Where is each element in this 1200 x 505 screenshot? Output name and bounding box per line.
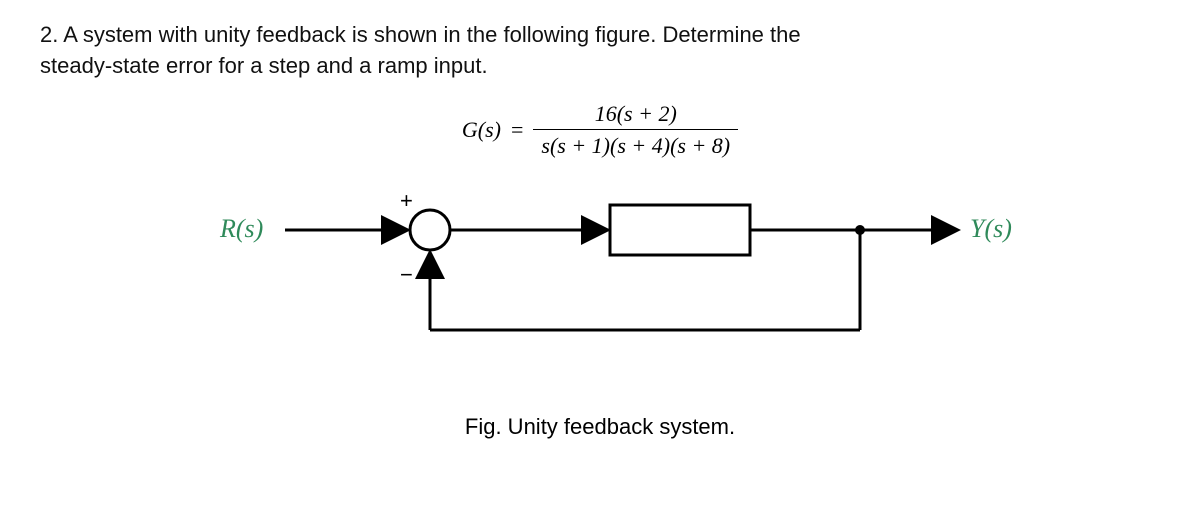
figure-caption: Fig. Unity feedback system. (40, 414, 1160, 440)
eq-fraction-bar (533, 129, 738, 130)
summing-junction (410, 210, 450, 250)
problem-number: 2. (40, 22, 63, 47)
eq-equals: = (511, 117, 523, 143)
eq-fraction: 16(s + 2) s(s + 1)(s + 4)(s + 8) (533, 100, 738, 160)
eq-lhs: G(s) (462, 117, 501, 143)
eq-numerator: 16(s + 2) (587, 100, 685, 128)
gs-block (610, 205, 750, 255)
block-diagram: R(s) + − G(s) Y(s) (100, 180, 1100, 410)
diagram-svg (100, 180, 1100, 380)
problem-line1: A system with unity feedback is shown in… (63, 22, 800, 47)
eq-denominator: s(s + 1)(s + 4)(s + 8) (533, 132, 738, 160)
problem-text: 2. A system with unity feedback is shown… (40, 20, 1160, 82)
problem-line2: steady-state error for a step and a ramp… (40, 53, 488, 78)
transfer-function-equation: G(s) = 16(s + 2) s(s + 1)(s + 4)(s + 8) (40, 100, 1160, 160)
